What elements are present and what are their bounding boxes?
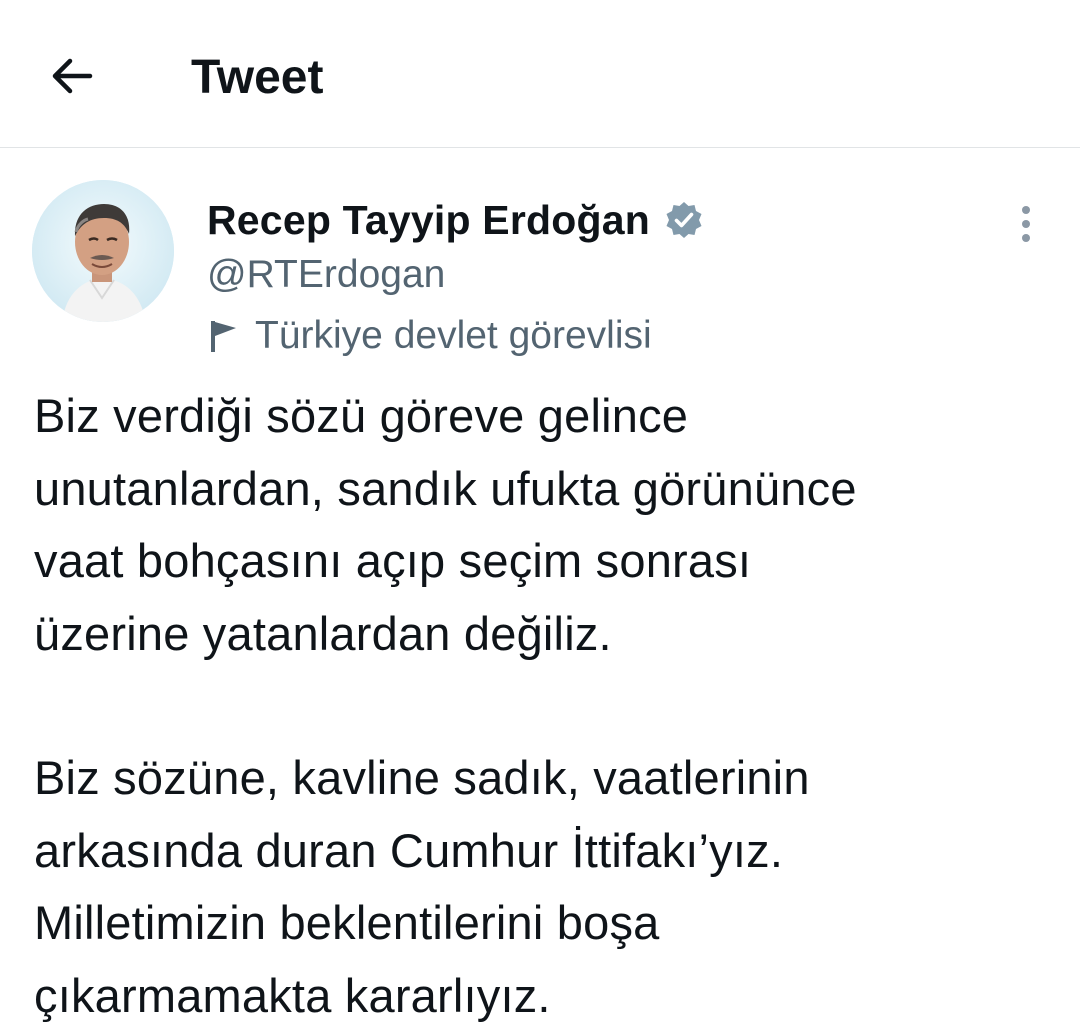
more-options-button[interactable] bbox=[1006, 196, 1046, 252]
name-row: Recep Tayyip Erdoğan bbox=[207, 190, 704, 250]
author-block: Recep Tayyip Erdoğan @RTErdogan Türkiye … bbox=[207, 190, 704, 362]
author-handle[interactable]: @RTErdogan bbox=[207, 250, 704, 300]
tweet-paragraph-2: Biz sözüne, kavline sadık, vaatlerinin a… bbox=[34, 751, 810, 1022]
affiliation-label: Türkiye devlet görevlisi bbox=[207, 310, 704, 362]
arrow-left-icon bbox=[52, 58, 93, 94]
more-vertical-icon bbox=[1022, 206, 1030, 242]
back-button[interactable] bbox=[40, 44, 104, 108]
flag-icon bbox=[207, 316, 241, 356]
verified-badge-icon[interactable] bbox=[664, 200, 704, 240]
tweet-paragraph-1: Biz verdiği sözü göreve gelince unutanla… bbox=[34, 389, 857, 660]
affiliation-text[interactable]: Türkiye devlet görevlisi bbox=[255, 310, 652, 362]
profile-photo bbox=[32, 180, 174, 322]
tweet-text: Biz verdiği sözü göreve gelince unutanla… bbox=[34, 380, 1054, 1032]
page-title: Tweet bbox=[191, 51, 324, 104]
author-name[interactable]: Recep Tayyip Erdoğan bbox=[207, 190, 650, 250]
avatar[interactable] bbox=[32, 180, 174, 322]
top-bar: Tweet bbox=[0, 0, 1080, 148]
